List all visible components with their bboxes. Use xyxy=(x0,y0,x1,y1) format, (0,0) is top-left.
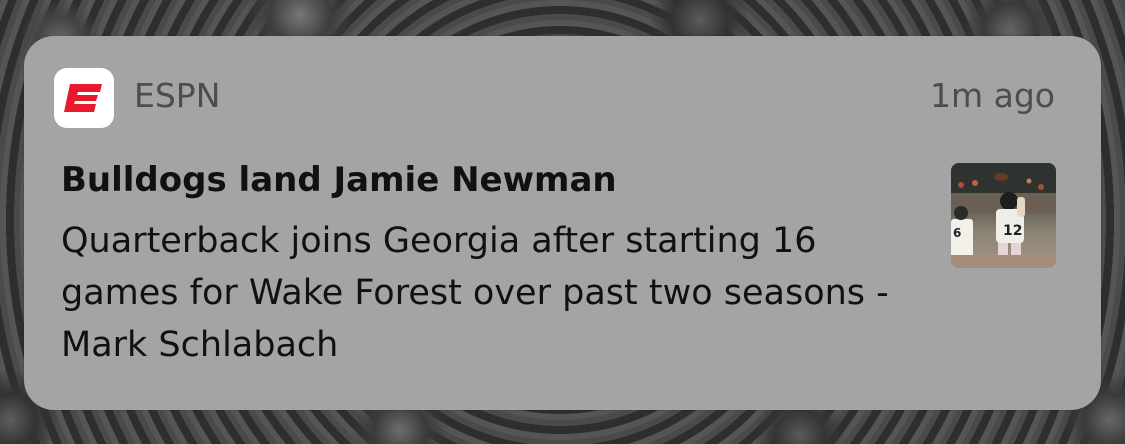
app-name: ESPN xyxy=(134,76,221,115)
svg-text:6: 6 xyxy=(953,226,961,240)
svg-text:12: 12 xyxy=(1003,223,1022,239)
espn-logo-icon xyxy=(54,68,114,128)
notification-timestamp: 1m ago xyxy=(930,76,1055,115)
notification-card[interactable]: ESPN 1m ago Bulldogs land Jamie Newman Q… xyxy=(24,36,1101,410)
notification-title: Bulldogs land Jamie Newman xyxy=(61,160,617,200)
football-player-thumbnail: 12 6 xyxy=(951,163,1056,268)
notification-body: Quarterback joins Georgia after starting… xyxy=(61,221,889,365)
